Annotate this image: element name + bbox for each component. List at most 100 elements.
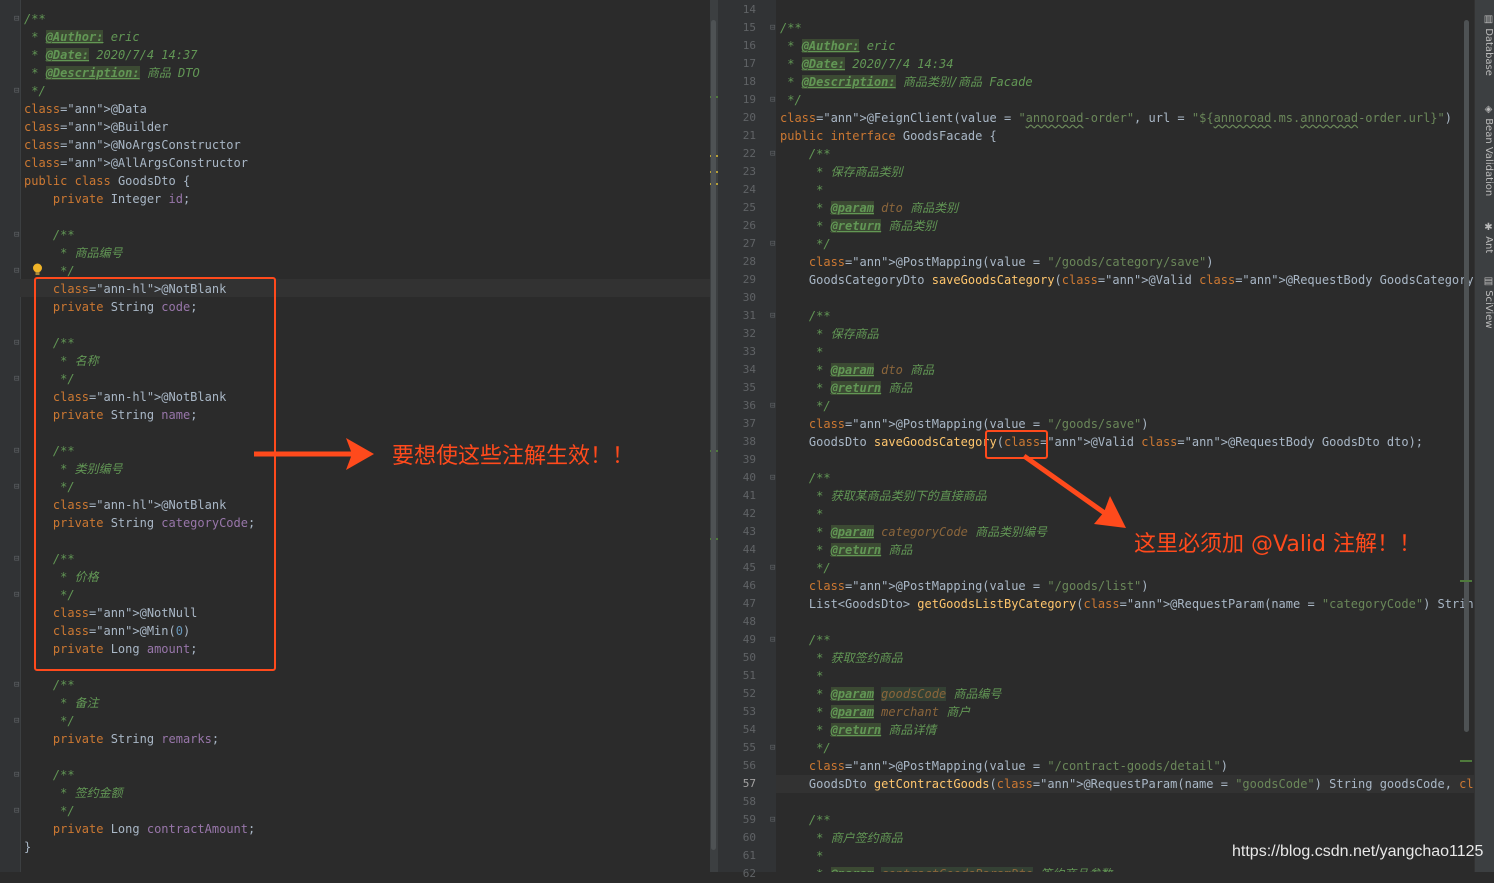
- code-line[interactable]: * 保存商品: [780, 325, 878, 343]
- fold-icon[interactable]: ⊟: [770, 811, 775, 829]
- sidebar-tab-sciview[interactable]: ▤ SciView: [1476, 276, 1494, 329]
- code-line[interactable]: * 商品编号: [24, 244, 122, 262]
- code-line[interactable]: public class GoodsDto {: [24, 172, 190, 190]
- lightbulb-icon[interactable]: [32, 263, 43, 276]
- code-line[interactable]: */: [24, 712, 74, 730]
- fold-icon[interactable]: ⊟: [14, 370, 19, 388]
- fold-icon[interactable]: ⊟: [14, 766, 19, 784]
- code-line[interactable]: /**: [24, 676, 75, 694]
- code-line[interactable]: */: [780, 397, 830, 415]
- fold-icon[interactable]: ⊟: [770, 235, 775, 253]
- fold-icon[interactable]: ⊟: [14, 226, 19, 244]
- code-line[interactable]: private Integer id;: [24, 190, 190, 208]
- right-scrollbar-thumb[interactable]: [1464, 20, 1469, 732]
- code-line[interactable]: * @Date: 2020/7/4 14:37: [24, 46, 197, 64]
- code-line[interactable]: * 保存商品类别: [780, 163, 902, 181]
- code-line[interactable]: GoodsDto saveGoodsCategory(class="ann">@…: [780, 433, 1423, 451]
- code-line[interactable]: List<GoodsDto> getGoodsListByCategory(cl…: [780, 595, 1474, 613]
- code-line[interactable]: */: [24, 82, 45, 100]
- code-line[interactable]: */: [780, 739, 830, 757]
- code-line[interactable]: */: [24, 802, 74, 820]
- code-line[interactable]: * @Description: 商品 DTO: [24, 64, 200, 82]
- code-line[interactable]: * @param goodsCode 商品编号: [780, 685, 1001, 703]
- fold-icon[interactable]: ⊟: [770, 91, 775, 109]
- code-line[interactable]: * 商户签约商品: [780, 829, 902, 847]
- fold-icon[interactable]: ⊟: [14, 82, 19, 100]
- code-line[interactable]: /**: [780, 631, 831, 649]
- fold-icon[interactable]: ⊟: [14, 550, 19, 568]
- code-line[interactable]: *: [780, 343, 823, 361]
- change-marker[interactable]: [1460, 760, 1472, 762]
- code-line[interactable]: class="ann">@PostMapping(value = "/goods…: [780, 415, 1149, 433]
- code-line[interactable]: public interface GoodsFacade {: [780, 127, 997, 145]
- code-line[interactable]: /**: [24, 10, 46, 28]
- sidebar-tab-database[interactable]: ▥ Database: [1476, 14, 1494, 76]
- code-line[interactable]: class="ann">@AllArgsConstructor: [24, 154, 248, 172]
- code-line[interactable]: * @Date: 2020/7/4 14:34: [780, 55, 953, 73]
- code-line[interactable]: class="ann">@Builder: [24, 118, 169, 136]
- code-line[interactable]: */: [780, 91, 801, 109]
- code-line[interactable]: /**: [780, 469, 831, 487]
- fold-icon[interactable]: ⊟: [770, 397, 775, 415]
- code-line[interactable]: * @param merchant 商户: [780, 703, 970, 721]
- code-line[interactable]: *: [780, 667, 823, 685]
- code-line[interactable]: class="ann">@NoArgsConstructor: [24, 136, 241, 154]
- code-line[interactable]: class="ann">@PostMapping(value = "/contr…: [780, 757, 1228, 775]
- code-line[interactable]: *: [780, 505, 823, 523]
- fold-icon[interactable]: ⊟: [14, 10, 19, 28]
- fold-icon[interactable]: ⊟: [770, 739, 775, 757]
- fold-icon[interactable]: ⊟: [770, 307, 775, 325]
- fold-icon[interactable]: ⊟: [770, 631, 775, 649]
- code-line[interactable]: * @param categoryCode 商品类别编号: [780, 523, 1047, 541]
- code-line[interactable]: * @return 商品类别: [780, 217, 936, 235]
- fold-icon[interactable]: ⊟: [14, 442, 19, 460]
- fold-icon[interactable]: ⊟: [14, 586, 19, 604]
- fold-icon[interactable]: ⊟: [14, 802, 19, 820]
- code-line[interactable]: /**: [780, 307, 831, 325]
- sidebar-tab-ant[interactable]: ✱ Ant: [1476, 222, 1494, 253]
- code-line[interactable]: */: [780, 559, 830, 577]
- code-line[interactable]: * @param dto 商品类别: [780, 199, 958, 217]
- code-line[interactable]: * @param dto 商品: [780, 361, 934, 379]
- code-line[interactable]: private Long contractAmount;: [24, 820, 255, 838]
- code-line[interactable]: /**: [780, 145, 831, 163]
- code-line[interactable]: * @return 商品: [780, 379, 912, 397]
- fold-icon[interactable]: ⊟: [770, 559, 775, 577]
- code-line[interactable]: * @Author: eric: [780, 37, 896, 55]
- code-line[interactable]: }: [24, 838, 31, 856]
- code-line[interactable]: /**: [780, 19, 802, 37]
- change-marker[interactable]: [1460, 580, 1472, 582]
- code-line[interactable]: *: [780, 181, 823, 199]
- code-line[interactable]: * @return 商品详情: [780, 721, 936, 739]
- code-line[interactable]: * @return 商品: [780, 541, 912, 559]
- code-line[interactable]: class="ann">@FeignClient(value = "annoro…: [780, 109, 1452, 127]
- code-line[interactable]: /**: [24, 766, 75, 784]
- sidebar-tab-bean-validation[interactable]: ◈ Bean Validation: [1476, 104, 1494, 196]
- code-line[interactable]: * 备注: [24, 694, 98, 712]
- code-line[interactable]: * @param contractGoodsParamDto 签约商品参数: [780, 865, 1112, 872]
- code-line[interactable]: */: [780, 235, 830, 253]
- fold-icon[interactable]: ⊟: [770, 145, 775, 163]
- code-line[interactable]: GoodsDto getContractGoods(class="ann">@R…: [780, 775, 1474, 793]
- right-editor-pane[interactable]: /** * @Author: eric * @Date: 2020/7/4 14…: [776, 0, 1474, 872]
- code-line[interactable]: * 获取某商品类别下的直接商品: [780, 487, 986, 505]
- code-line[interactable]: *: [780, 847, 823, 865]
- code-line[interactable]: * @Author: eric: [24, 28, 140, 46]
- fold-icon[interactable]: ⊟: [770, 19, 775, 37]
- code-line[interactable]: * 获取签约商品: [780, 649, 902, 667]
- fold-icon[interactable]: ⊟: [14, 262, 19, 280]
- code-line[interactable]: private String remarks;: [24, 730, 219, 748]
- fold-icon[interactable]: ⊟: [770, 469, 775, 487]
- code-line[interactable]: GoodsCategoryDto saveGoodsCategory(class…: [780, 271, 1474, 289]
- fold-icon[interactable]: ⊟: [14, 334, 19, 352]
- fold-icon[interactable]: ⊟: [14, 712, 19, 730]
- fold-icon[interactable]: ⊟: [14, 676, 19, 694]
- code-line[interactable]: class="ann">@PostMapping(value = "/goods…: [780, 253, 1214, 271]
- code-line[interactable]: /**: [24, 226, 75, 244]
- fold-icon[interactable]: ⊟: [14, 478, 19, 496]
- code-line[interactable]: * @Description: 商品类别/商品 Facade: [780, 73, 1033, 91]
- left-scrollbar-thumb[interactable]: [711, 20, 716, 850]
- code-line[interactable]: class="ann">@PostMapping(value = "/goods…: [780, 577, 1149, 595]
- code-line[interactable]: /**: [780, 811, 831, 829]
- code-line[interactable]: * 签约金额: [24, 784, 122, 802]
